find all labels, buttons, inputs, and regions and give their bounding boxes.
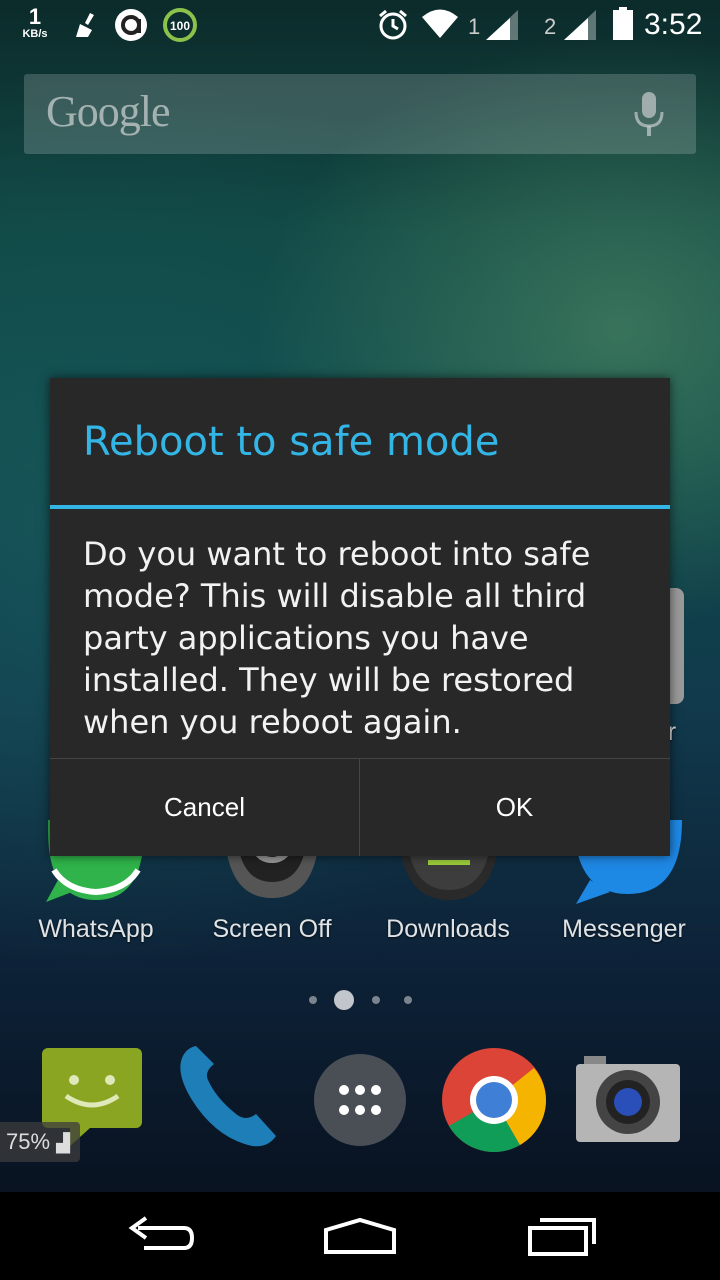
battery-widget: 75% ▟ [0, 1122, 80, 1162]
network-speed-unit: KB/s [22, 28, 48, 40]
page-dot-active[interactable] [334, 990, 354, 1010]
app-label-screen-off[interactable]: Screen Off [184, 915, 360, 944]
home-button[interactable] [290, 1192, 430, 1280]
broom-cleaner-icon [72, 10, 102, 44]
cancel-button[interactable]: Cancel [50, 759, 359, 856]
reboot-safe-mode-dialog: Reboot to safe mode Do you want to reboo… [50, 378, 670, 856]
recent-apps-icon [528, 1218, 596, 1256]
broom-small-icon: ▟ [56, 1133, 71, 1153]
app-label-whatsapp[interactable]: WhatsApp [8, 915, 184, 944]
page-dot[interactable] [404, 996, 412, 1004]
phone-icon[interactable] [172, 1044, 282, 1154]
recent-apps-button[interactable] [492, 1192, 632, 1280]
a-circle-app-icon [114, 8, 148, 46]
status-bar: 1 KB/s 100 1 2 3:52 [0, 0, 720, 50]
page-dot[interactable] [309, 996, 317, 1004]
chrome-icon[interactable] [440, 1046, 548, 1158]
app-drawer-icon[interactable] [312, 1052, 408, 1152]
google-search-bar[interactable]: Google [24, 74, 696, 154]
page-dot[interactable] [372, 996, 380, 1004]
camera-icon[interactable] [574, 1056, 682, 1148]
battery-percent: 75% [6, 1129, 51, 1154]
hidden-app-icon-edge [668, 588, 684, 704]
clock: 3:52 [644, 8, 703, 41]
dialog-title-divider [50, 505, 670, 509]
sim2-label: 2 [544, 14, 557, 39]
network-speed: 1 KB/s [14, 6, 56, 40]
battery-icon [612, 7, 634, 45]
booster-100-icon: 100 [162, 7, 198, 47]
back-arrow-icon [128, 1216, 195, 1250]
signal-sim2-icon [562, 8, 598, 46]
booster-badge-text: 100 [170, 19, 190, 33]
home-icon [324, 1217, 396, 1254]
network-speed-value: 1 [28, 4, 42, 29]
microphone-icon[interactable] [632, 92, 666, 142]
app-label-downloads[interactable]: Downloads [360, 915, 536, 944]
sim1-label: 1 [468, 14, 481, 39]
ok-button[interactable]: OK [360, 759, 669, 856]
google-logo: Google [46, 87, 171, 136]
dialog-title: Reboot to safe mode [83, 419, 500, 465]
navigation-bar [0, 1192, 720, 1280]
app-label-messenger[interactable]: Messenger [536, 915, 712, 944]
wifi-icon [420, 8, 460, 44]
dialog-message: Do you want to reboot into safe mode? Th… [83, 535, 591, 741]
signal-sim1-icon [484, 8, 520, 46]
back-button[interactable] [90, 1192, 230, 1280]
alarm-clock-icon [376, 8, 410, 46]
